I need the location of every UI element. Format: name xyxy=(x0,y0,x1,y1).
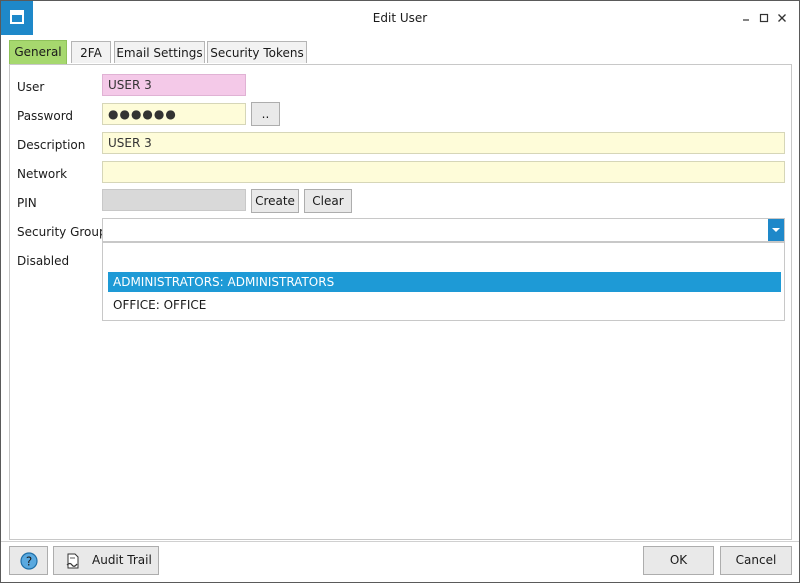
help-icon: ? xyxy=(20,552,38,570)
audit-trail-icon xyxy=(66,553,79,569)
pin-label: PIN xyxy=(17,196,37,210)
user-field[interactable]: USER 3 xyxy=(102,74,246,96)
password-label: Password xyxy=(17,109,74,123)
tab-general[interactable]: General xyxy=(9,40,67,64)
password-field[interactable]: ●●●●●● xyxy=(102,103,246,125)
disabled-label: Disabled xyxy=(17,254,70,268)
network-label: Network xyxy=(17,167,68,181)
description-label: Description xyxy=(17,138,86,152)
security-group-option-office[interactable]: OFFICE: OFFICE xyxy=(108,295,781,315)
pin-field[interactable] xyxy=(102,189,246,211)
ok-button[interactable]: OK xyxy=(643,546,714,575)
footer-separator xyxy=(1,541,799,542)
network-field[interactable] xyxy=(102,161,785,183)
svg-text:?: ? xyxy=(26,555,32,569)
help-button[interactable]: ? xyxy=(9,546,48,575)
security-group-label: Security Group xyxy=(17,225,107,239)
window-title: Edit User xyxy=(372,11,428,25)
user-label: User xyxy=(17,80,45,94)
tab-security-tokens[interactable]: Security Tokens xyxy=(207,41,307,63)
security-group-dropdown: ADMINISTRATORS: ADMINISTRATORS OFFICE: O… xyxy=(102,242,785,321)
title-bar: Edit User xyxy=(1,1,799,35)
pin-create-button[interactable]: Create xyxy=(251,189,299,213)
chevron-down-icon[interactable] xyxy=(768,219,784,241)
security-group-combo[interactable] xyxy=(102,218,785,242)
audit-trail-button[interactable]: Audit Trail xyxy=(53,546,159,575)
audit-trail-label: Audit Trail xyxy=(92,553,152,567)
password-browse-button[interactable]: .. xyxy=(251,102,280,126)
maximize-icon[interactable] xyxy=(756,10,772,26)
close-icon[interactable] xyxy=(774,10,790,26)
minimize-icon[interactable] xyxy=(738,10,754,26)
cancel-button[interactable]: Cancel xyxy=(720,546,792,575)
edit-user-window: Edit User General 2FA Email Settings Sec… xyxy=(0,0,800,583)
security-group-option-administrators[interactable]: ADMINISTRATORS: ADMINISTRATORS xyxy=(108,272,781,292)
tab-email-settings[interactable]: Email Settings xyxy=(114,41,205,63)
tab-2fa[interactable]: 2FA xyxy=(71,41,111,63)
pin-clear-button[interactable]: Clear xyxy=(304,189,352,213)
description-field[interactable]: USER 3 xyxy=(102,132,785,154)
